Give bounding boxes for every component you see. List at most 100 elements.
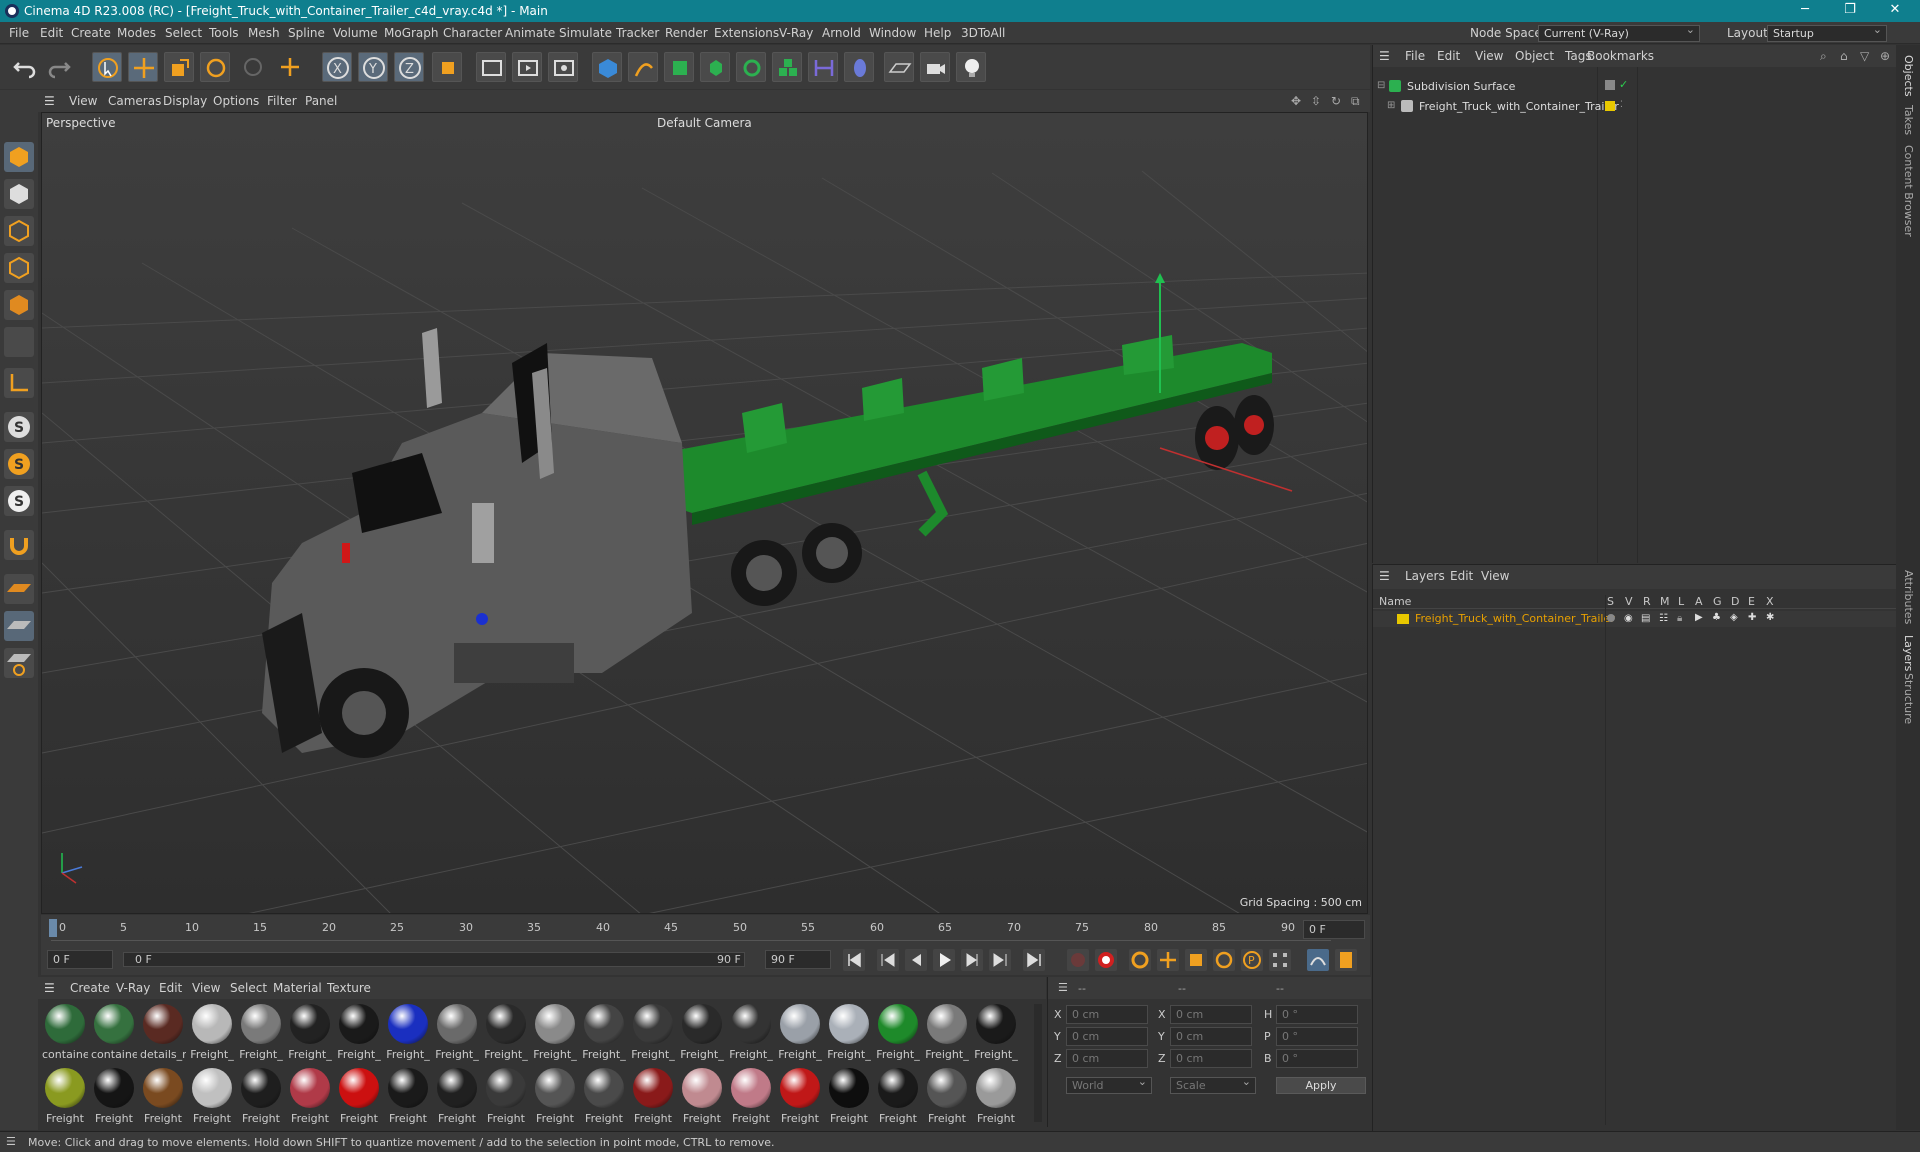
material-swatch[interactable]: Freight_ <box>434 1002 480 1064</box>
viewport-menu-cameras[interactable]: Cameras <box>108 94 161 108</box>
edges-mode-icon[interactable] <box>4 253 34 283</box>
menu-help[interactable]: Help <box>924 26 951 40</box>
maximize-view-icon[interactable]: ⧉ <box>1351 94 1360 109</box>
material-menu-material[interactable]: Material <box>273 981 322 995</box>
layer-menu-edit[interactable]: Edit <box>1450 569 1473 583</box>
filter-icon[interactable]: ▽ <box>1860 49 1869 63</box>
material-swatch[interactable]: Freight <box>973 1066 1019 1128</box>
cube-primitive-icon[interactable] <box>592 52 622 82</box>
floor-icon[interactable] <box>884 52 914 82</box>
material-swatch[interactable]: details_r <box>140 1002 186 1064</box>
workplane-snap-icon[interactable]: S <box>4 486 34 516</box>
rotate-view-icon[interactable]: ↻ <box>1331 94 1341 108</box>
tab-attributes[interactable]: Attributes <box>1902 570 1915 624</box>
layer-row[interactable]: Freight_Truck_with_Container_Trailer ◉ ▤… <box>1373 611 1897 627</box>
viewport-menu-view[interactable]: View <box>69 94 97 108</box>
autokey-icon[interactable] <box>1095 949 1117 971</box>
menu-animate[interactable]: Animate <box>505 26 555 40</box>
node-space-select[interactable]: Current (V-Ray) <box>1538 23 1700 42</box>
material-swatch[interactable]: Freight_ <box>630 1002 676 1064</box>
render-picture-viewer-icon[interactable] <box>512 52 542 82</box>
solo-icon[interactable] <box>1607 614 1615 622</box>
render-clapper-icon[interactable]: ▤ <box>1641 613 1650 624</box>
material-swatch[interactable]: Freight <box>532 1066 578 1128</box>
menu-volume[interactable]: Volume <box>333 26 378 40</box>
material-swatch[interactable]: Freight <box>826 1066 872 1128</box>
viewport-menu-filter[interactable]: Filter <box>267 94 297 108</box>
go-to-end-icon[interactable] <box>1023 949 1045 971</box>
previous-frame-icon[interactable] <box>905 949 927 971</box>
size-z-field[interactable]: 0 cm <box>1170 1049 1252 1068</box>
material-swatch[interactable]: Freight_ <box>238 1002 284 1064</box>
keyframe-selection-icon[interactable] <box>1129 949 1151 971</box>
redo-icon[interactable] <box>44 52 74 82</box>
dope-sheet-icon[interactable] <box>1335 949 1357 971</box>
key-rotation-icon[interactable] <box>1213 949 1235 971</box>
material-swatch[interactable]: Freight <box>287 1066 333 1128</box>
y-axis-lock-icon[interactable]: Y <box>358 52 388 82</box>
next-frame-icon[interactable] <box>961 949 983 971</box>
menu-simulate[interactable]: Simulate <box>559 26 612 40</box>
visible-eye-icon[interactable]: ◉ <box>1624 613 1633 624</box>
key-parameter-icon[interactable]: P <box>1241 949 1263 971</box>
record-active-icon[interactable] <box>1067 949 1089 971</box>
restore-icon[interactable]: ❐ <box>1835 2 1865 20</box>
rotate-tool-icon[interactable] <box>200 52 230 82</box>
menu-tools[interactable]: Tools <box>209 26 239 40</box>
frame-range-slider[interactable] <box>123 952 745 967</box>
move-object-icon[interactable] <box>275 52 305 82</box>
snap-icon[interactable]: S <box>4 412 34 442</box>
pos-z-field[interactable]: 0 cm <box>1066 1049 1148 1068</box>
lock-icon[interactable]: 🔒︎ <box>1677 613 1682 624</box>
coordinate-system-icon[interactable] <box>432 52 462 82</box>
material-menu-create[interactable]: Create <box>70 981 110 995</box>
material-swatch[interactable]: Freight <box>581 1066 627 1128</box>
render-view-icon[interactable] <box>476 52 506 82</box>
material-swatch[interactable]: Freight <box>336 1066 382 1128</box>
material-swatch[interactable]: Freight <box>630 1066 676 1128</box>
material-swatch[interactable]: Freight <box>238 1066 284 1128</box>
material-menu-vray[interactable]: V-Ray <box>116 981 150 995</box>
pos-y-field[interactable]: 0 cm <box>1066 1027 1148 1046</box>
material-swatch[interactable]: Freight_ <box>189 1002 235 1064</box>
start-frame-field[interactable]: 0 F <box>47 950 113 969</box>
material-swatch[interactable]: Freight_ <box>924 1002 970 1064</box>
material-swatch[interactable]: Freight_ <box>385 1002 431 1064</box>
layer-name[interactable]: Freight_Truck_with_Container_Trailer <box>1415 612 1615 625</box>
tab-structure[interactable]: Structure <box>1902 673 1915 724</box>
material-swatch[interactable]: Freight_ <box>875 1002 921 1064</box>
viewport-menu-panel[interactable]: Panel <box>305 94 337 108</box>
tab-layers[interactable]: Layers <box>1902 635 1915 671</box>
axis-mode-icon[interactable] <box>4 368 34 398</box>
object-row-truck[interactable]: ⊞ Freight_Truck_with_Container_Trailer ⁚ <box>1373 98 1897 116</box>
viewport-menu-icon[interactable]: ☰ <box>44 94 55 108</box>
zoom-view-icon[interactable]: ⇳ <box>1311 94 1321 108</box>
material-menu-edit[interactable]: Edit <box>159 981 182 995</box>
grid-icon[interactable] <box>4 611 34 641</box>
expand-icon[interactable]: ⊟ <box>1377 80 1385 91</box>
menu-edit[interactable]: Edit <box>40 26 63 40</box>
move-tool-icon[interactable] <box>128 52 158 82</box>
generators-icon[interactable]: ♣ <box>1712 612 1721 623</box>
key-scale-icon[interactable] <box>1185 949 1207 971</box>
snap-settings-icon[interactable]: S <box>4 449 34 479</box>
playhead[interactable] <box>49 919 57 937</box>
magnet-icon[interactable] <box>4 530 34 560</box>
menu-select[interactable]: Select <box>165 26 202 40</box>
scale-tool-icon[interactable] <box>164 52 194 82</box>
material-swatch[interactable]: Freight <box>679 1066 725 1128</box>
layer-color-swatch[interactable] <box>1397 614 1409 624</box>
scene-canvas[interactable] <box>42 113 1368 914</box>
object-menu-bookmarks[interactable]: Bookmarks <box>1587 49 1654 63</box>
subdivision-surface-icon[interactable] <box>664 52 694 82</box>
visibility-dots-icon[interactable]: ⁚ <box>1620 100 1623 110</box>
material-swatch[interactable]: Freight <box>385 1066 431 1128</box>
extrude-generator-icon[interactable] <box>700 52 730 82</box>
timeline-ruler[interactable]: 0 5 10 15 20 25 30 35 40 45 50 55 60 65 … <box>41 915 1370 945</box>
menu-tracker[interactable]: Tracker <box>616 26 659 40</box>
material-menu-icon[interactable]: ☰ <box>44 981 55 995</box>
material-swatch[interactable]: Freight_ <box>777 1002 823 1064</box>
texture-mode-icon[interactable] <box>4 179 34 209</box>
size-mode-select[interactable]: Scale <box>1170 1075 1256 1094</box>
go-to-start-icon[interactable] <box>843 949 865 971</box>
